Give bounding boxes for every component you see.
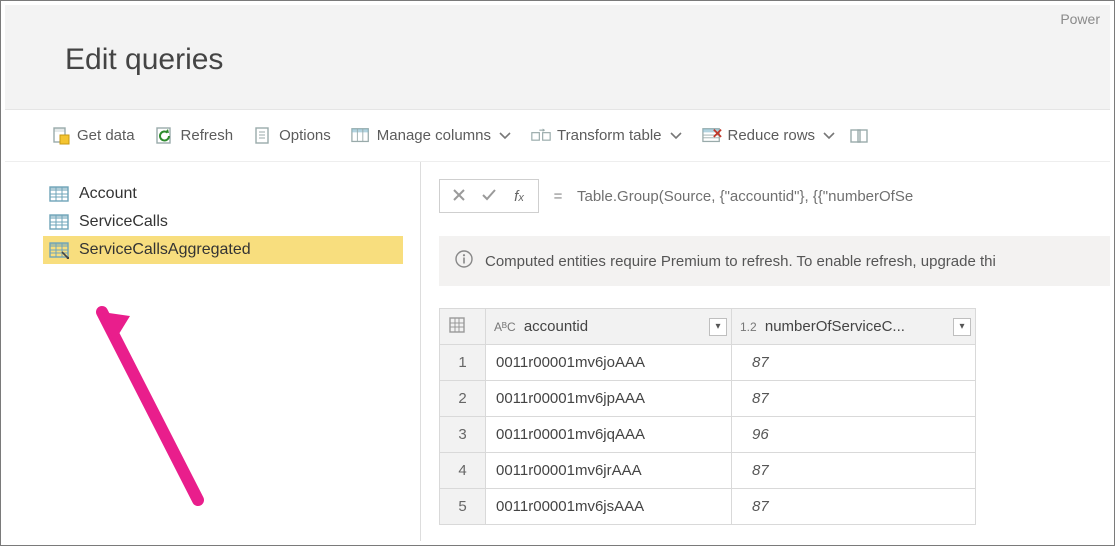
row-number: 3 [440, 417, 486, 453]
toolbar: Get data Refresh Options Manage columns … [5, 110, 1110, 162]
table-row[interactable]: 4 0011r00001mv6jrAAA 87 [440, 453, 976, 489]
transform-icon [531, 127, 551, 145]
main-panel: fx = Table.Group(Source, {"accountid"}, … [421, 162, 1110, 541]
table-icon [49, 213, 69, 231]
formula-text[interactable]: Table.Group(Source, {"accountid"}, {{"nu… [577, 188, 1110, 205]
chevron-down-icon [499, 127, 511, 144]
cell-accountid: 0011r00001mv6jpAAA [486, 381, 732, 417]
computed-table-icon [49, 241, 69, 259]
column-header-accountid[interactable]: AᴮC accountid ▾ [486, 309, 732, 345]
table-row[interactable]: 2 0011r00001mv6jpAAA 87 [440, 381, 976, 417]
reduce-rows-label: Reduce rows [728, 127, 816, 144]
reduce-rows-icon [702, 127, 722, 145]
cell-value: 96 [732, 417, 976, 453]
query-label: Account [79, 185, 137, 203]
data-table: AᴮC accountid ▾ 1.2 numberOfServiceC... … [439, 308, 976, 525]
header: Power Edit queries [5, 5, 1110, 110]
cell-value: 87 [732, 381, 976, 417]
manage-columns-label: Manage columns [377, 127, 491, 144]
page-title: Edit queries [65, 5, 1110, 77]
get-data-label: Get data [77, 127, 135, 144]
content-area: Account ServiceCalls ServiceCallsAggrega… [5, 162, 1110, 541]
premium-notice: Computed entities require Premium to ref… [439, 236, 1110, 286]
formula-bar-row: fx = Table.Group(Source, {"accountid"}, … [439, 178, 1110, 214]
table-icon [49, 185, 69, 203]
cell-accountid: 0011r00001mv6jrAAA [486, 453, 732, 489]
cell-accountid: 0011r00001mv6joAAA [486, 345, 732, 381]
row-number: 2 [440, 381, 486, 417]
fx-icon[interactable]: fx [510, 188, 528, 205]
annotation-arrow [80, 282, 240, 522]
table-row[interactable]: 3 0011r00001mv6jqAAA 96 [440, 417, 976, 453]
row-number: 1 [440, 345, 486, 381]
cell-value: 87 [732, 489, 976, 525]
column-header-numberofservicec[interactable]: 1.2 numberOfServiceC... ▾ [732, 309, 976, 345]
brand-label: Power [1060, 11, 1100, 27]
type-indicator-text: AᴮC [494, 320, 516, 334]
query-item-servicecalls[interactable]: ServiceCalls [43, 208, 403, 236]
filter-dropdown-icon[interactable]: ▾ [953, 318, 971, 336]
transform-table-label: Transform table [557, 127, 661, 144]
overflow-button[interactable] [847, 121, 871, 151]
options-icon [253, 127, 273, 145]
type-indicator-number: 1.2 [740, 320, 757, 334]
formula-eq: = [553, 188, 563, 205]
row-number: 4 [440, 453, 486, 489]
cell-accountid: 0011r00001mv6jqAAA [486, 417, 732, 453]
commit-formula-icon[interactable] [480, 188, 498, 205]
cancel-formula-icon[interactable] [450, 188, 468, 205]
query-label: ServiceCalls [79, 213, 168, 231]
column-header-label: numberOfServiceC... [765, 318, 905, 335]
column-header-label: accountid [524, 318, 588, 335]
query-item-servicecallsaggregated[interactable]: ServiceCallsAggregated [43, 236, 403, 264]
options-button[interactable]: Options [245, 121, 339, 151]
table-columns-icon [351, 127, 371, 145]
refresh-button[interactable]: Refresh [147, 121, 242, 151]
row-number: 5 [440, 489, 486, 525]
filter-dropdown-icon[interactable]: ▾ [709, 318, 727, 336]
query-item-account[interactable]: Account [43, 180, 403, 208]
chevron-down-icon [670, 127, 682, 144]
get-data-button[interactable]: Get data [43, 121, 143, 151]
cell-value: 87 [732, 453, 976, 489]
manage-columns-button[interactable]: Manage columns [343, 121, 519, 151]
formula-bar-controls: fx [439, 179, 539, 213]
options-label: Options [279, 127, 331, 144]
cell-value: 87 [732, 345, 976, 381]
get-data-icon [51, 127, 71, 145]
chevron-down-icon [823, 127, 835, 144]
cell-accountid: 0011r00001mv6jsAAA [486, 489, 732, 525]
queries-sidebar: Account ServiceCalls ServiceCallsAggrega… [5, 162, 421, 541]
table-corner-menu[interactable] [440, 309, 486, 345]
info-icon [455, 250, 473, 272]
refresh-label: Refresh [181, 127, 234, 144]
transform-table-button[interactable]: Transform table [523, 121, 689, 151]
reduce-rows-button[interactable]: Reduce rows [694, 121, 844, 151]
notice-text: Computed entities require Premium to ref… [485, 253, 996, 270]
table-row[interactable]: 1 0011r00001mv6joAAA 87 [440, 345, 976, 381]
overflow-icon [849, 127, 869, 145]
query-label: ServiceCallsAggregated [79, 241, 251, 259]
table-row[interactable]: 5 0011r00001mv6jsAAA 87 [440, 489, 976, 525]
refresh-icon [155, 127, 175, 145]
